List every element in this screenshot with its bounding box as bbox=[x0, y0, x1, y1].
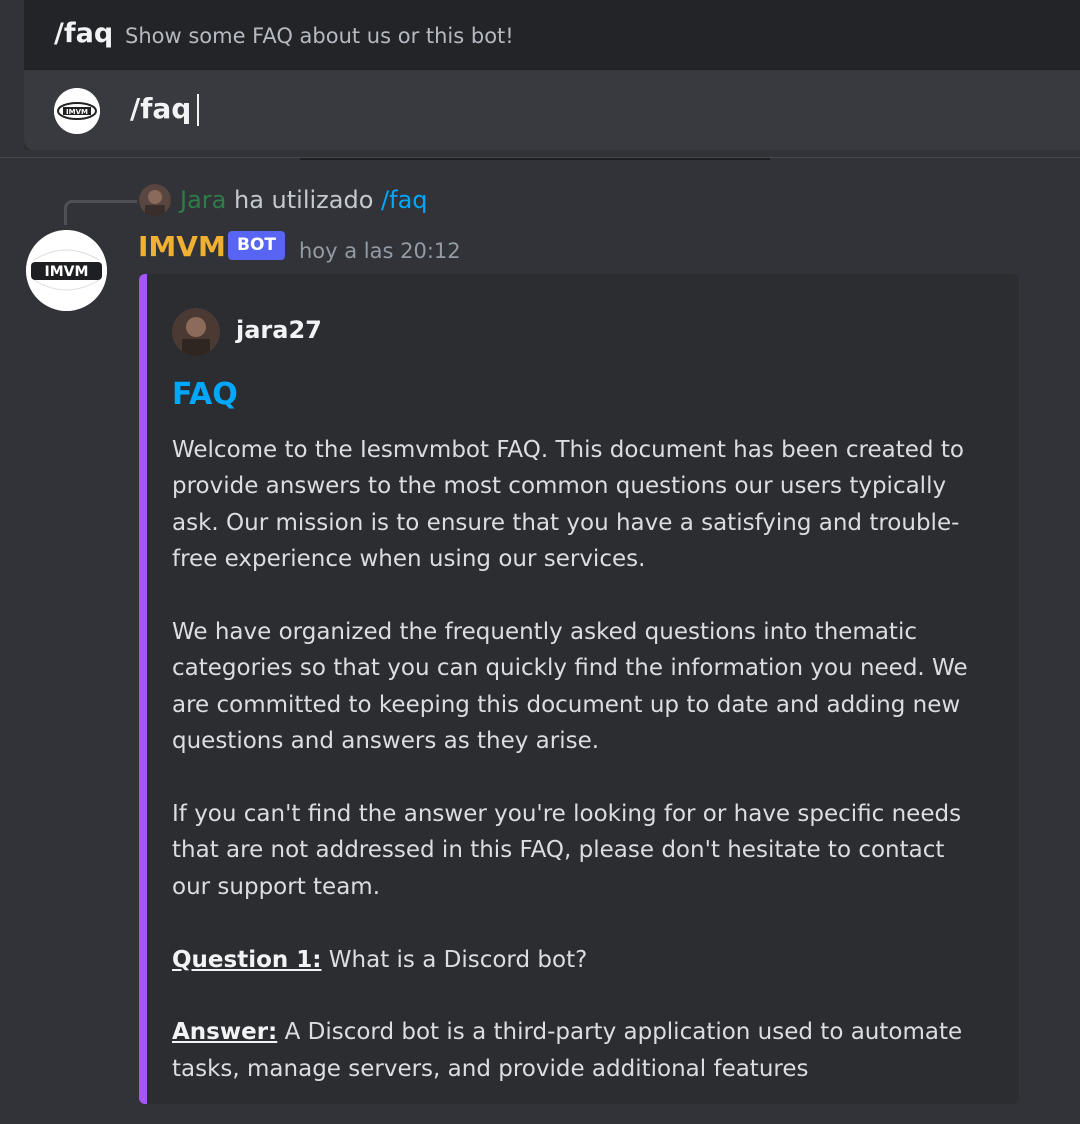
message-timestamp[interactable]: hoy a las 20:12 bbox=[299, 239, 461, 263]
faq-paragraph: If you can't find the answer you're look… bbox=[172, 801, 962, 900]
embed-author-name[interactable]: jara27 bbox=[236, 316, 322, 344]
faq-paragraph: We have organized the frequently asked q… bbox=[172, 619, 968, 755]
autocomplete-description: Show some FAQ about us or this bot! bbox=[125, 24, 514, 48]
faq-question: Question 1: What is a Discord bot? bbox=[172, 942, 987, 978]
reply-username[interactable]: Jara bbox=[180, 186, 226, 214]
svg-text:IMVM: IMVM bbox=[66, 108, 88, 116]
reply-command-link[interactable]: /faq bbox=[381, 186, 427, 214]
autocomplete-command: /faq bbox=[54, 18, 114, 49]
answer-label: Answer: bbox=[172, 1019, 278, 1046]
chat-divider-shadow bbox=[300, 158, 770, 160]
question-text: What is a Discord bot? bbox=[328, 946, 588, 973]
command-input-row[interactable]: IMVM /faq bbox=[24, 70, 1080, 150]
reply-action-text: ha utilizado bbox=[234, 186, 374, 214]
bot-badge: BOT bbox=[228, 231, 286, 260]
user-photo-avatar-icon[interactable] bbox=[139, 184, 171, 216]
interaction-reply-header: Jara ha utilizado /faq bbox=[180, 186, 428, 214]
embed-title: FAQ bbox=[172, 377, 238, 412]
imvm-bot-avatar-icon: IMVM bbox=[54, 88, 100, 134]
embed-description: Welcome to the Iesmvmbot FAQ. This docum… bbox=[172, 432, 987, 1124]
input-value: /faq bbox=[130, 92, 192, 125]
imvm-bot-avatar-icon[interactable]: IMVM bbox=[26, 230, 107, 311]
faq-answer: Answer: A Discord bot is a third-party a… bbox=[172, 1014, 987, 1087]
message-input[interactable]: /faq bbox=[130, 92, 200, 126]
faq-paragraph: Welcome to the Iesmvmbot FAQ. This docum… bbox=[172, 437, 964, 573]
message-author[interactable]: IMVM bbox=[138, 230, 226, 263]
text-caret bbox=[197, 94, 200, 126]
embed-author-avatar-icon bbox=[172, 308, 220, 356]
answer-text: A Discord bot is a third-party applicati… bbox=[172, 1019, 963, 1082]
question-label: Question 1: bbox=[172, 946, 322, 973]
autocomplete-option-faq[interactable]: /faq Show some FAQ about us or this bot! bbox=[24, 0, 1080, 70]
reply-connector bbox=[64, 200, 137, 225]
faq-embed: jara27 FAQ Welcome to the Iesmvmbot FAQ.… bbox=[139, 274, 1019, 1104]
svg-text:IMVM: IMVM bbox=[45, 264, 89, 280]
